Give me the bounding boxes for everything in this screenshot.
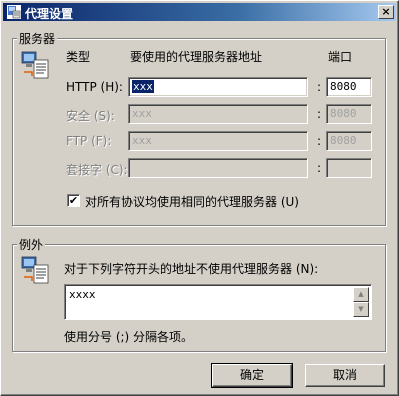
secure-label: 安全 (S): <box>66 109 115 123</box>
ok-button[interactable]: 确定 <box>211 363 293 388</box>
http-label: HTTP (H): <box>66 80 123 94</box>
exceptions-hint: 使用分号 (;) 分隔各项。 <box>64 330 194 344</box>
socks-address-input[interactable] <box>128 158 308 178</box>
checkmark-icon: ✔ <box>68 194 79 207</box>
socks-colon: : <box>317 161 322 175</box>
network-computers-icon <box>21 51 49 79</box>
servers-group-title: 服务器 <box>17 30 58 47</box>
ftp-port-input[interactable]: 8080 <box>326 131 372 151</box>
scroll-up-button[interactable]: ▲ <box>353 287 369 302</box>
exceptions-value: xxxx <box>69 288 96 301</box>
close-button[interactable]: × <box>378 5 394 19</box>
proxy-settings-icon <box>7 5 21 19</box>
http-address-value: xxx <box>132 80 154 93</box>
exceptions-group-title: 例外 <box>17 236 46 253</box>
secure-colon: : <box>317 107 322 121</box>
column-header-address: 要使用的代理服务器地址 <box>130 50 263 64</box>
same-proxy-label[interactable]: 对所有协议均使用相同的代理服务器 (U) <box>85 193 299 210</box>
exceptions-computers-icon <box>21 256 49 284</box>
ftp-label: FTP (F): <box>66 134 112 148</box>
column-header-type: 类型 <box>66 50 91 64</box>
http-address-input[interactable]: xxx <box>128 77 308 97</box>
exceptions-scrollbar[interactable]: ▲ ▼ <box>353 287 369 317</box>
same-proxy-checkbox[interactable]: ✔ <box>67 194 80 207</box>
socks-label: 套接字 (C): <box>66 163 128 177</box>
secure-port-input[interactable]: 8080 <box>326 104 372 124</box>
cancel-button[interactable]: 取消 <box>305 364 385 387</box>
http-colon: : <box>317 80 322 94</box>
http-port-input[interactable]: 8080 <box>326 77 372 97</box>
scroll-down-button[interactable]: ▼ <box>353 302 369 317</box>
title-bar[interactable]: 代理设置 × <box>3 3 396 21</box>
window-title: 代理设置 <box>25 7 74 21</box>
socks-port-input[interactable] <box>326 158 372 178</box>
exceptions-textarea[interactable]: xxxx ▲ ▼ <box>64 284 372 320</box>
secure-address-input[interactable]: xxx <box>128 104 308 124</box>
ftp-colon: : <box>317 134 322 148</box>
ftp-address-input[interactable]: xxx <box>128 131 308 151</box>
exceptions-description: 对于下列字符开头的地址不使用代理服务器 (N): <box>64 262 319 276</box>
column-header-port: 端口 <box>328 50 353 64</box>
close-icon: × <box>381 5 391 18</box>
